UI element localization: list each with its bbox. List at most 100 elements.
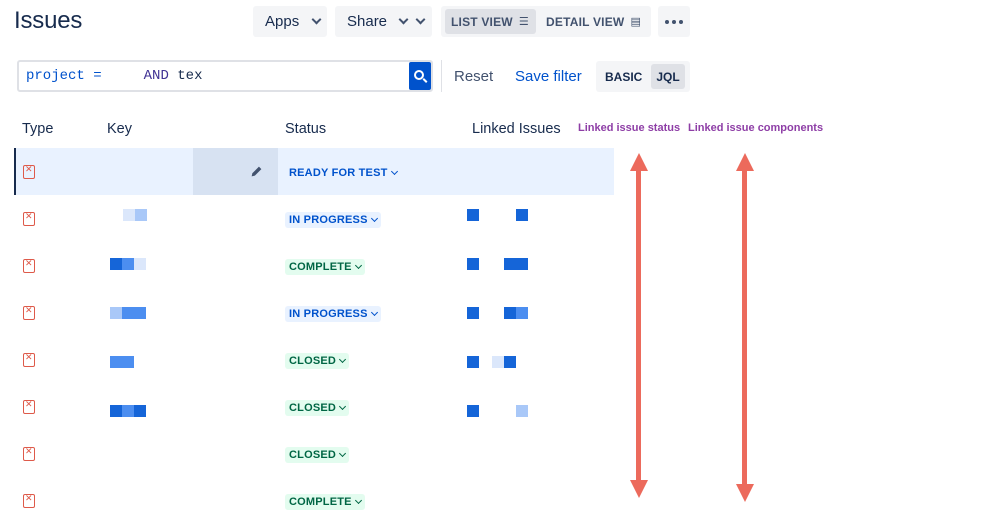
annotation-linked-issue-status: Linked issue status [578,122,681,134]
save-filter-link[interactable]: Save filter [515,68,582,85]
key-cell-editing[interactable] [193,148,278,195]
jql-operator: AND [143,68,169,84]
status-label: CLOSED [289,355,337,367]
search-button[interactable] [409,62,431,90]
chevron-down-icon [390,167,398,176]
status-label: COMPLETE [289,261,352,273]
bug-icon [23,352,35,367]
status-badge[interactable]: READY FOR TEST [285,165,401,181]
redacted-linked-issue-pixel [467,356,479,368]
redacted-linked-issue-pixel [504,307,516,319]
list-view-button[interactable]: LIST VIEW ☰ [445,9,536,34]
redacted-key-pixel [122,356,134,368]
status-label: CLOSED [289,449,337,461]
redacted-key-pixel [122,307,134,319]
redacted-linked-issue-pixel [516,209,528,221]
list-view-label: LIST VIEW [451,14,513,29]
more-dot-icon [672,19,676,24]
status-label: IN PROGRESS [289,214,368,226]
bug-icon [23,258,35,273]
column-header-key[interactable]: Key [107,121,132,137]
column-header-type[interactable]: Type [22,121,53,137]
bug-icon [23,164,35,179]
redacted-linked-issue-pixel [467,209,479,221]
redacted-key-pixel [110,356,122,368]
more-actions-button[interactable] [658,6,690,37]
chevron-down-icon [339,402,347,411]
chevron-down-icon [370,214,378,223]
column-header-linked-issues[interactable]: Linked Issues [472,121,561,137]
reset-button[interactable]: Reset [454,68,493,85]
status-badge[interactable]: CLOSED [285,400,350,416]
search-icon [414,70,424,80]
chevron-down-icon [311,14,322,25]
arrow-down-icon [630,480,648,498]
annotation-arrow-status [636,168,641,486]
chevron-down-icon [415,14,426,25]
redacted-linked-issue-pixel [467,258,479,270]
arrow-down-icon [736,484,754,502]
redacted-key-pixel [122,258,134,270]
annotation-arrow-components [742,168,747,490]
detail-view-label: DETAIL VIEW [546,14,625,29]
status-label: CLOSED [289,402,337,414]
redacted-region [103,65,131,87]
status-badge[interactable]: IN PROGRESS [285,212,381,228]
more-dot-icon [679,19,683,24]
status-badge[interactable]: CLOSED [285,353,350,369]
status-badge[interactable]: COMPLETE [285,259,365,275]
divider [441,60,442,92]
redacted-key-pixel [135,209,147,221]
bug-icon [23,446,35,461]
redacted-key-pixel [123,209,135,221]
status-label: IN PROGRESS [289,308,368,320]
apps-button[interactable]: Apps [253,6,327,37]
bug-icon [23,211,35,226]
chevron-down-icon [339,355,347,364]
bug-icon [23,399,35,414]
chevron-down-icon [354,496,362,505]
apps-label: Apps [265,13,300,30]
share-label: Share [347,13,388,30]
detail-view-icon: ▤ [630,16,642,28]
redacted-key-pixel [134,258,146,270]
more-dot-icon [665,19,669,24]
redacted-key-pixel [110,258,122,270]
list-icon: ☰ [518,16,529,28]
bug-icon [23,493,35,508]
redacted-key-pixel [110,307,122,319]
view-switcher: LIST VIEW ☰ DETAIL VIEW ▤ [441,6,651,37]
chevron-down-icon [339,449,347,458]
status-badge[interactable]: COMPLETE [285,494,365,510]
redacted-linked-issue-pixel [492,356,504,368]
bug-icon [23,305,35,320]
column-header-status[interactable]: Status [285,121,326,137]
page-title: Issues [14,7,83,34]
status-badge[interactable]: IN PROGRESS [285,306,381,322]
chevron-down-icon [370,308,378,317]
status-label: COMPLETE [289,496,352,508]
annotation-linked-issue-components: Linked issue components [688,122,824,134]
redacted-key-pixel [134,405,146,417]
jql-mode-button[interactable]: JQL [651,64,685,89]
detail-view-button[interactable]: DETAIL VIEW ▤ [542,9,648,34]
chevron-down-icon [398,14,409,25]
redacted-linked-issue-pixel [504,258,528,270]
search-mode-toggle: BASIC JQL [596,61,690,92]
jql-field: tex [177,68,203,84]
redacted-linked-issue-pixel [467,307,479,319]
redacted-key-pixel [122,405,134,417]
jql-keyword: project = [26,68,102,84]
edit-pencil-icon[interactable] [250,165,263,178]
redacted-key-pixel [110,405,122,417]
jql-search-input[interactable]: project = AND tex [17,60,433,92]
redacted-linked-issue-pixel [516,405,528,417]
redacted-linked-issue-pixel [516,307,528,319]
status-badge[interactable]: CLOSED [285,447,350,463]
chevron-down-icon [354,261,362,270]
redacted-linked-issue-pixel [467,405,479,417]
redacted-linked-issue-pixel [504,356,516,368]
basic-mode-button[interactable]: BASIC [602,64,646,89]
status-label: READY FOR TEST [289,167,388,179]
share-button[interactable]: Share [335,6,432,37]
